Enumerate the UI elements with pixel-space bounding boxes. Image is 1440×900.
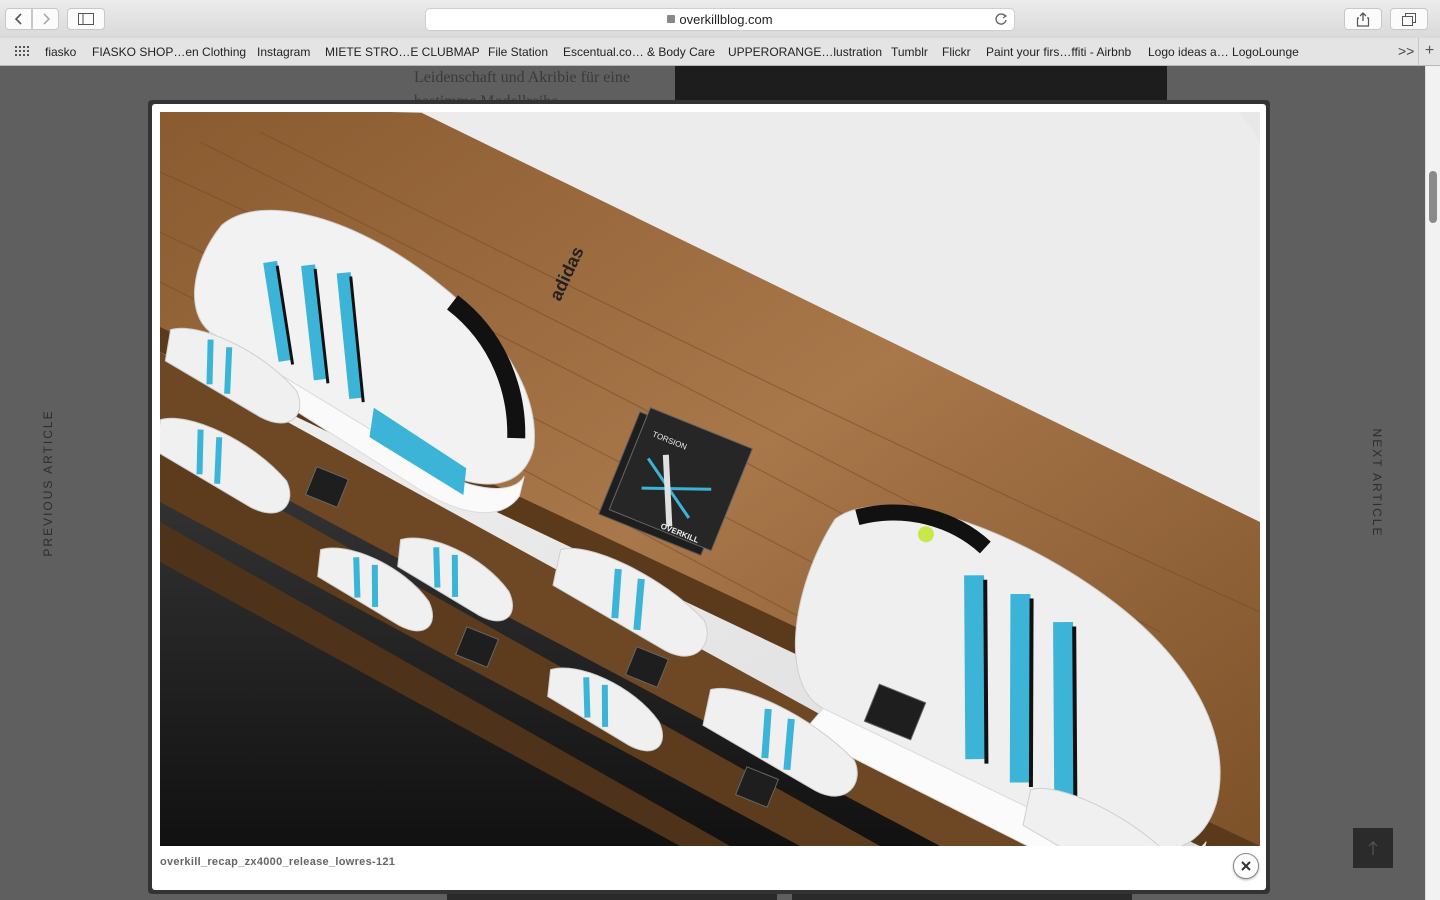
scrollbar-thumb[interactable] xyxy=(1429,171,1437,223)
previous-article-link[interactable]: PREVIOUS ARTICLE xyxy=(41,409,55,556)
bookmarks-overflow-button[interactable]: >> xyxy=(1398,43,1414,59)
bookmark-item[interactable]: Paint your firs…ffiti - Airbnb xyxy=(986,45,1131,59)
share-icon xyxy=(1356,11,1370,27)
tabs-icon xyxy=(1402,12,1416,26)
article-image xyxy=(675,66,1167,102)
lightbox-photo[interactable]: adidas TORSION OVERKILL xyxy=(160,112,1260,846)
close-button[interactable] xyxy=(1233,853,1259,879)
bookmark-item[interactable]: Escentual.co… & Body Care xyxy=(563,45,715,59)
back-button[interactable] xyxy=(5,8,32,30)
tabs-button[interactable] xyxy=(1390,8,1428,30)
arrow-up-icon xyxy=(1368,841,1378,855)
browser-toolbar: overkillblog.com xyxy=(0,0,1440,38)
url-label: overkillblog.com xyxy=(679,12,773,27)
forward-button[interactable] xyxy=(32,8,59,30)
scrollbar[interactable] xyxy=(1425,66,1440,900)
bookmarks-bar: fiasko FIASKO SHOP…en Clothing Instagram… xyxy=(0,38,1440,66)
address-bar[interactable]: overkillblog.com xyxy=(425,8,1015,31)
scroll-to-top-button[interactable] xyxy=(1353,828,1393,868)
bookmark-item[interactable]: fiasko xyxy=(45,45,76,59)
bookmark-item[interactable]: Instagram xyxy=(257,45,310,59)
lock-icon xyxy=(667,15,676,23)
url-text: overkillblog.com xyxy=(426,12,1014,27)
lightbox: adidas TORSION OVERKILL overkill_recap_z… xyxy=(148,100,1270,894)
bookmark-item[interactable]: File Station xyxy=(488,45,548,59)
lightbox-panel: adidas TORSION OVERKILL overkill_recap_z… xyxy=(152,104,1266,890)
lightbox-caption: overkill_recap_zx4000_release_lowres-121 xyxy=(160,856,396,868)
new-tab-button[interactable]: + xyxy=(1418,38,1440,66)
close-icon xyxy=(1241,861,1251,871)
sneaker-shelf-photo: adidas TORSION OVERKILL xyxy=(160,112,1260,846)
sidebar-toggle-button[interactable] xyxy=(67,8,105,30)
bookmark-item[interactable]: Tumblr xyxy=(891,45,928,59)
bookmark-item[interactable]: Logo ideas a… LogoLounge xyxy=(1148,45,1299,59)
bookmark-item[interactable]: FIASKO SHOP…en Clothing xyxy=(92,45,246,59)
next-article-link[interactable]: NEXT ARTICLE xyxy=(1370,429,1384,538)
chevron-left-icon xyxy=(14,13,22,25)
apps-grid-icon[interactable] xyxy=(15,46,29,58)
bookmark-item[interactable]: MIETE STRO…E CLUBMAP xyxy=(325,45,480,59)
reload-icon[interactable] xyxy=(994,12,1008,26)
bookmark-item[interactable]: UPPERORANGE…lustration xyxy=(728,45,882,59)
share-button[interactable] xyxy=(1344,8,1382,30)
bookmark-item[interactable]: Flickr xyxy=(942,45,971,59)
sidebar-icon xyxy=(78,13,94,25)
chevron-right-icon xyxy=(42,13,50,25)
